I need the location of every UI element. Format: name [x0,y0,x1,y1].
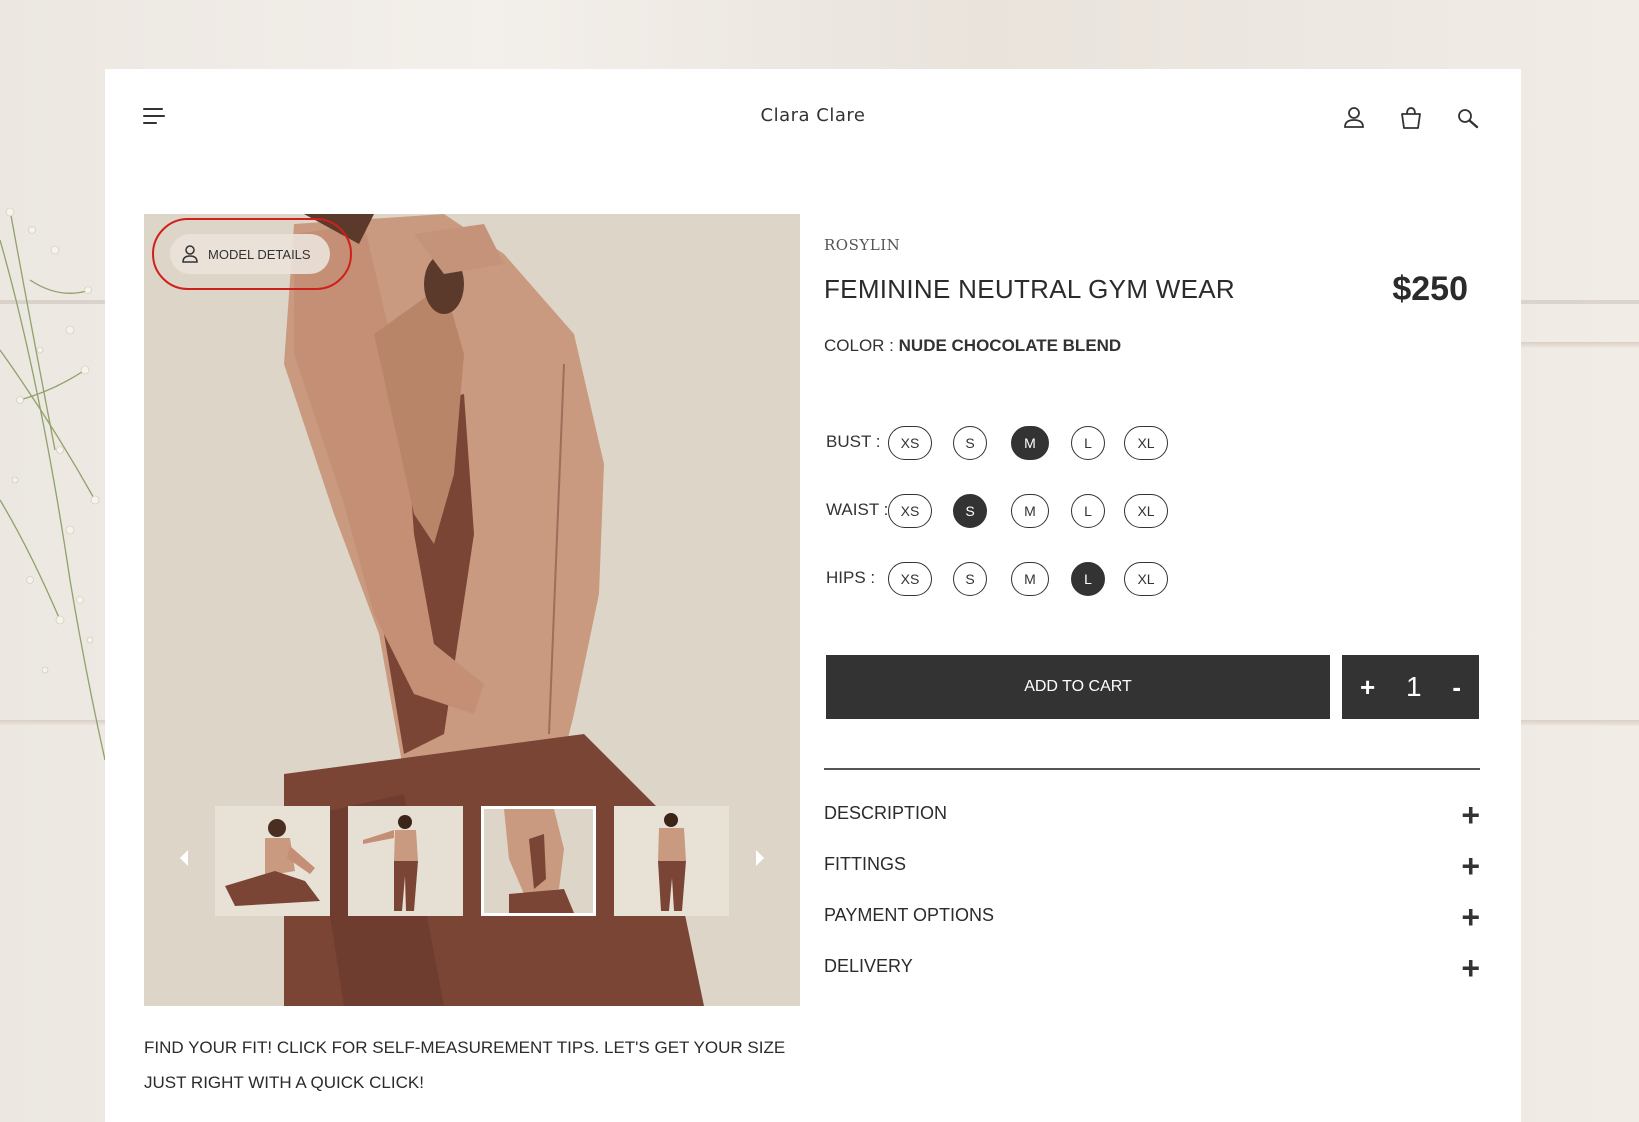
quantity-stepper: + 1 - [1342,655,1479,719]
plus-icon[interactable]: + [1461,795,1480,835]
shopping-bag-icon[interactable] [1398,105,1424,131]
color-value: NUDE CHOCOLATE BLEND [898,336,1122,355]
accordion-delivery[interactable]: DELIVERY + [824,948,1480,988]
size-option-xs[interactable]: XS [888,494,932,528]
size-option-l[interactable]: L [1071,426,1105,460]
product-main-image[interactable]: MODEL DETAILS [144,214,800,1006]
color-label: COLOR : [824,336,894,355]
baby-breath-flowers-decoration [0,207,106,760]
accordion-label: PAYMENT OPTIONS [824,905,995,925]
next-arrow-icon[interactable] [756,850,764,866]
size-option-xs[interactable]: XS [888,426,932,460]
size-row-label: HIPS : [826,568,876,587]
size-option-m[interactable]: M [1011,562,1049,596]
section-divider [824,768,1480,770]
search-icon[interactable] [1455,105,1481,131]
product-title: FEMININE NEUTRAL GYM WEAR [824,274,1236,304]
add-to-cart-button[interactable]: ADD TO CART [826,655,1330,719]
size-row-label: WAIST : [826,500,889,519]
quantity-increase-button[interactable]: + [1360,672,1375,703]
size-option-xl[interactable]: XL [1124,494,1168,528]
quantity-value: 1 [1405,671,1422,702]
plus-icon[interactable]: + [1461,897,1480,937]
model-details-label: MODEL DETAILS [208,246,311,262]
size-option-xl[interactable]: XL [1124,426,1168,460]
thumbnail-back-full-image [614,806,729,916]
fit-tips-line-2: JUST RIGHT WITH A QUICK CLICK! [144,1073,424,1092]
thumbnail-seated-image [215,806,330,916]
quantity-decrease-button[interactable]: - [1452,672,1461,703]
accordion-description[interactable]: DESCRIPTION + [824,795,1480,835]
size-option-s[interactable]: S [953,494,987,528]
color-info: COLOR : NUDE CHOCOLATE BLEND [824,336,1121,356]
thumbnail-1[interactable] [215,806,330,916]
account-icon[interactable] [1341,105,1367,131]
size-option-l[interactable]: L [1071,494,1105,528]
accordion-label: DESCRIPTION [824,803,948,823]
size-row-label: BUST : [826,432,881,451]
thumbnail-strip [144,806,800,918]
accordion-label: FITTINGS [824,854,906,874]
accordion-payment-options[interactable]: PAYMENT OPTIONS + [824,897,1480,937]
thumbnail-back-pose-image [348,806,463,916]
size-option-s[interactable]: S [953,426,987,460]
size-row-waist: WAIST : XS S M L XL [826,494,1226,530]
product-page-card: Clara Clare MODEL DETAILS FIND YOUR FIT!… [105,69,1521,1122]
size-row-hips: HIPS : XS S M L XL [826,562,1226,598]
plus-icon[interactable]: + [1461,846,1480,886]
person-icon [182,245,198,263]
brand-logo[interactable]: Clara Clare [105,105,1521,126]
thumbnail-4[interactable] [614,806,729,916]
accordion-fittings[interactable]: FITTINGS + [824,846,1480,886]
thumbnail-side-closeup-image [484,809,593,913]
vendor-name[interactable]: ROSYLIN [824,236,900,254]
prev-arrow-icon[interactable] [180,850,188,866]
wood-plank-line [1521,342,1639,348]
size-option-m[interactable]: M [1011,426,1049,460]
accordion-label: DELIVERY [824,956,913,976]
size-option-xs[interactable]: XS [888,562,932,596]
size-row-bust: BUST : XS S M L XL [826,426,1226,462]
product-price: $250 [1392,270,1468,308]
size-option-xl[interactable]: XL [1124,562,1168,596]
size-option-s[interactable]: S [953,562,987,596]
fit-tips-link[interactable]: FIND YOUR FIT! CLICK FOR SELF-MEASUREMEN… [144,1030,824,1100]
thumbnail-2[interactable] [348,806,463,916]
thumbnail-3[interactable] [481,806,596,916]
size-option-l[interactable]: L [1071,562,1105,596]
size-option-m[interactable]: M [1011,494,1049,528]
model-details-button[interactable]: MODEL DETAILS [170,234,330,274]
plus-icon[interactable]: + [1461,948,1480,988]
fit-tips-line-1: FIND YOUR FIT! CLICK FOR SELF-MEASUREMEN… [144,1038,786,1057]
